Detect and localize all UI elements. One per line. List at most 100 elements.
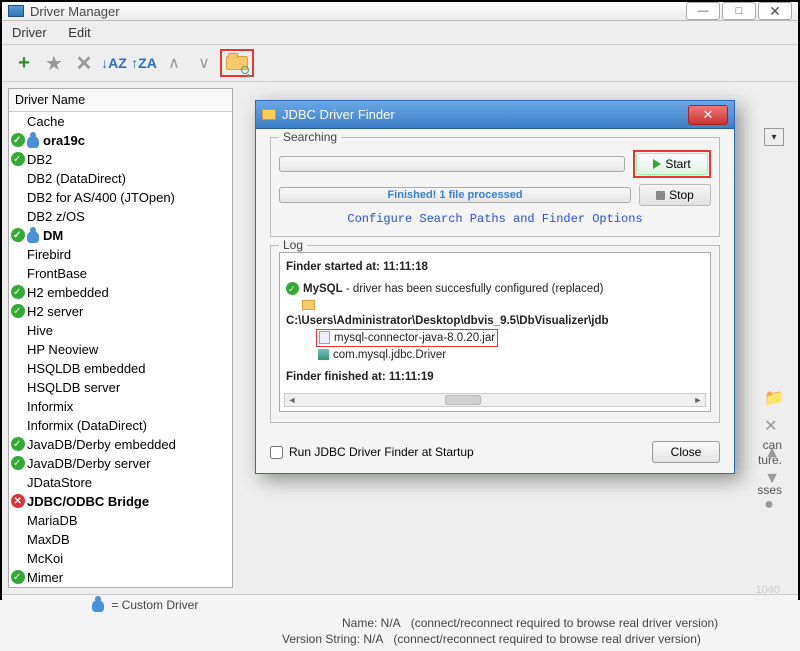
menu-edit[interactable]: Edit [68, 25, 90, 40]
driver-item[interactable]: JavaDB/Derby server [9, 454, 232, 473]
driver-item[interactable]: Informix (DataDirect) [9, 416, 232, 435]
driver-item-label: McKoi [27, 551, 63, 566]
folder-icon [302, 300, 315, 310]
check-icon [11, 456, 25, 470]
progress-bar: Finished! 1 file processed [279, 187, 631, 203]
check-icon [11, 304, 25, 318]
scroll-left-icon[interactable]: ◄ [285, 394, 299, 406]
driver-item-label: DB2 [27, 152, 52, 167]
driver-item[interactable]: DM [9, 226, 232, 245]
driver-item[interactable]: H2 embedded [9, 283, 232, 302]
driver-item[interactable]: MaxDB [9, 530, 232, 549]
driver-item[interactable]: DB2 (DataDirect) [9, 169, 232, 188]
driver-item-label: MaxDB [27, 532, 70, 547]
titlebar: Driver Manager — □ ✕ [2, 2, 798, 21]
driver-item[interactable]: HP Neoview [9, 340, 232, 359]
check-icon [11, 152, 25, 166]
favorite-button[interactable]: ★ [40, 49, 68, 77]
driver-item[interactable]: Hive [9, 321, 232, 340]
check-icon [11, 133, 25, 147]
play-icon [653, 159, 661, 169]
driver-item[interactable]: HSQLDB server [9, 378, 232, 397]
remove-icon[interactable]: ✕ [764, 416, 784, 436]
cross-icon [11, 494, 25, 508]
driver-item[interactable]: McKoi [9, 549, 232, 568]
driver-item[interactable]: JDBC/ODBC Bridge [9, 492, 232, 511]
driver-item-label: Informix [27, 399, 73, 414]
right-info-text: can ture. sses [757, 438, 782, 498]
maximize-button[interactable]: □ [722, 2, 756, 20]
open-folder-icon[interactable]: 📁 [764, 388, 784, 408]
toolbar: + ★ ✕ ↓AZ ↑ZA ∧ ∨ [2, 45, 798, 82]
scroll-thumb[interactable] [445, 395, 481, 405]
driver-item[interactable]: ora19c [9, 131, 232, 150]
dialog-footer: Run JDBC Driver Finder at Startup Close [256, 441, 734, 473]
driver-item-label: JavaDB/Derby server [27, 456, 151, 471]
driver-item-label: Cache [27, 114, 65, 129]
minimize-button[interactable]: — [686, 2, 720, 20]
driver-item-label: DB2 for AS/400 (JTOpen) [27, 190, 175, 205]
driver-item-label: Firebird [27, 247, 71, 262]
driver-item[interactable]: H2 server [9, 302, 232, 321]
driver-item-label: Informix (DataDirect) [27, 418, 147, 433]
driver-item[interactable]: JDataStore [9, 473, 232, 492]
driver-item[interactable]: FrontBase [9, 264, 232, 283]
driver-list-panel: Driver Name Cacheora19cDB2DB2 (DataDirec… [8, 88, 233, 588]
driver-item[interactable]: Firebird [9, 245, 232, 264]
dialog-titlebar[interactable]: JDBC Driver Finder ✕ [256, 101, 734, 129]
driver-item-label: JavaDB/Derby embedded [27, 437, 176, 452]
driver-item-label: HSQLDB embedded [27, 361, 146, 376]
driver-item[interactable]: Mimer [9, 568, 232, 587]
magnifier-icon [241, 66, 249, 74]
check-icon [11, 285, 25, 299]
driver-finder-button[interactable] [223, 52, 251, 74]
driver-item-label: H2 embedded [27, 285, 109, 300]
driver-item[interactable]: JavaDB/Derby embedded [9, 435, 232, 454]
delete-button[interactable]: ✕ [70, 49, 98, 77]
dialog-close-x[interactable]: ✕ [688, 105, 728, 125]
driver-item[interactable]: MariaDB [9, 511, 232, 530]
log-textarea[interactable]: Finder started at: 11:11:18 MySQL - driv… [279, 252, 711, 412]
close-button[interactable]: Close [652, 441, 720, 463]
startup-checkbox-label[interactable]: Run JDBC Driver Finder at Startup [270, 445, 474, 459]
start-button[interactable]: Start [636, 153, 708, 175]
bullet-icon[interactable]: ● [764, 496, 784, 514]
scroll-right-icon[interactable]: ► [691, 394, 705, 406]
driver-item-label: JDBC/ODBC Bridge [27, 494, 149, 509]
log-hscrollbar[interactable]: ◄ ► [284, 393, 706, 407]
driver-item[interactable]: Cache [9, 112, 232, 131]
driver-item[interactable]: DB2 for AS/400 (JTOpen) [9, 188, 232, 207]
check-icon [11, 570, 25, 584]
footer-status: Name: N/A (connect/reconnect required to… [2, 615, 798, 651]
driver-item[interactable]: HSQLDB embedded [9, 359, 232, 378]
down-button[interactable]: ∨ [190, 49, 218, 77]
stop-button[interactable]: Stop [639, 184, 711, 206]
driver-item-label: MariaDB [27, 513, 78, 528]
check-icon [11, 228, 25, 242]
up-button[interactable]: ∧ [160, 49, 188, 77]
searching-group: Searching Start Finished! 1 file process… [270, 137, 720, 237]
driver-item[interactable]: DB2 [9, 150, 232, 169]
dialog-body: Searching Start Finished! 1 file process… [256, 129, 734, 441]
sort-za-button[interactable]: ↑ZA [130, 49, 158, 77]
driver-item-label: HP Neoview [27, 342, 98, 357]
jar-icon [319, 331, 330, 344]
url-dropdown[interactable]: ▾ [764, 128, 784, 146]
add-driver-button[interactable]: + [10, 49, 38, 77]
driver-list[interactable]: Cache ora19c DB2 DB2 (DataDirect) DB2 for AS… [9, 112, 232, 587]
driver-item-label: DM [43, 228, 63, 243]
startup-checkbox[interactable] [270, 446, 283, 459]
user-icon [27, 136, 39, 148]
menu-driver[interactable]: Driver [12, 25, 47, 40]
driver-item[interactable]: Informix [9, 397, 232, 416]
configure-link[interactable]: Configure Search Paths and Finder Option… [279, 212, 711, 226]
log-group: Log Finder started at: 11:11:18 MySQL - … [270, 245, 720, 423]
close-button[interactable]: ✕ [758, 2, 792, 20]
window-buttons: — □ ✕ [686, 2, 792, 20]
driver-item[interactable]: DB2 z/OS [9, 207, 232, 226]
log-started: Finder started at: 11:11:18 [286, 261, 428, 273]
driver-item-label: Hive [27, 323, 53, 338]
sort-az-button[interactable]: ↓AZ [100, 49, 128, 77]
menubar: Driver Edit [2, 21, 798, 45]
driver-item-label: ora19c [43, 133, 85, 148]
